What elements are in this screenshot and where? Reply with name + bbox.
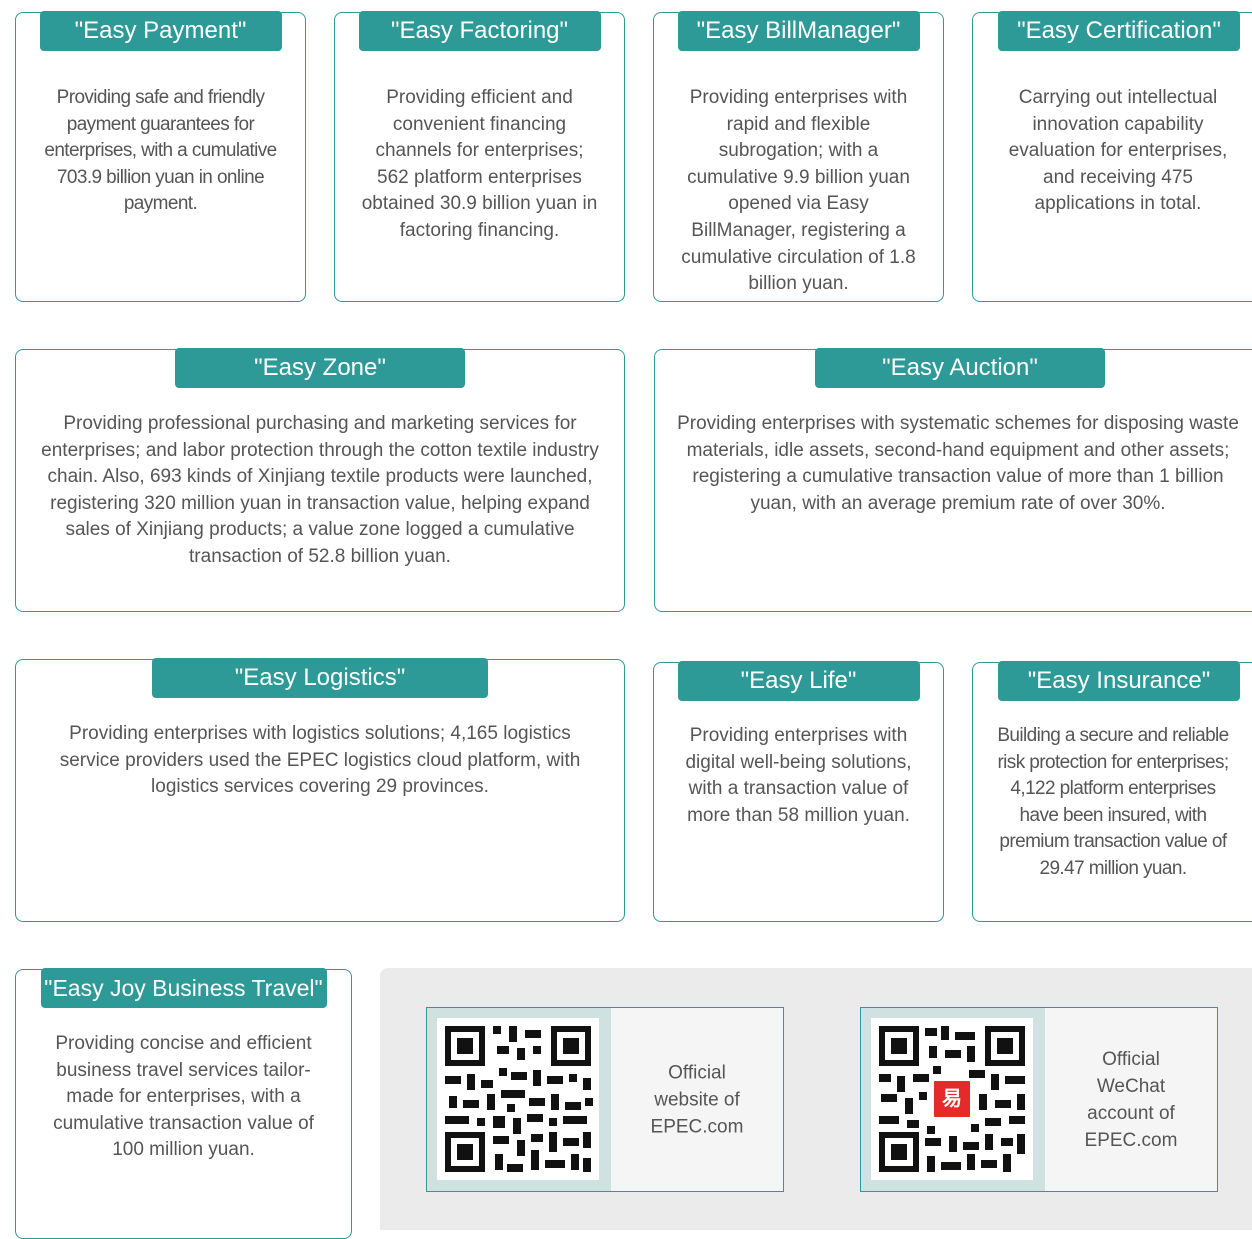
card-title: "Easy Auction" bbox=[815, 348, 1105, 388]
wechat-qr-code-icon[interactable]: 易 bbox=[871, 1018, 1033, 1180]
website-qr-box: Official website of EPEC.com bbox=[426, 1007, 784, 1192]
card-description: Providing enterprises with logistics sol… bbox=[59, 723, 581, 798]
card-description: Providing enterprises with rapid and fle… bbox=[681, 87, 916, 295]
website-qr-code-icon[interactable] bbox=[437, 1018, 599, 1180]
card-title: "Easy Payment" bbox=[39, 11, 282, 51]
card-title: "Easy Factoring" bbox=[358, 11, 601, 51]
card-description: Providing professional purchasing and ma… bbox=[41, 413, 599, 567]
card-description: Providing concise and efficient business… bbox=[53, 1033, 314, 1161]
card-description: Building a secure and reliable risk prot… bbox=[997, 725, 1229, 879]
card-description: Providing efficient and convenient finan… bbox=[361, 87, 598, 241]
card-description: Providing enterprises with systematic sc… bbox=[677, 413, 1239, 514]
qr-code-icon bbox=[437, 1018, 599, 1180]
card-title: "Easy Life" bbox=[677, 661, 920, 701]
card-title: "Easy Joy Business Travel" bbox=[40, 968, 327, 1008]
card-easy-billmanager: "Easy BillManager" Providing enterprises… bbox=[653, 11, 944, 302]
card-easy-insurance: "Easy Insurance" Building a secure and r… bbox=[972, 661, 1252, 922]
qr-label: Official website of EPEC.com bbox=[650, 1062, 744, 1137]
epec-logo-icon: 易 bbox=[931, 1078, 973, 1120]
card-easy-auction: "Easy Auction" Providing enterprises wit… bbox=[654, 348, 1252, 612]
qr-label: Official WeChat account of EPEC.com bbox=[1084, 1048, 1178, 1151]
card-title: "Easy Zone" bbox=[175, 348, 465, 388]
card-title: "Easy Certification" bbox=[998, 11, 1240, 51]
card-easy-life: "Easy Life" Providing enterprises with d… bbox=[653, 661, 944, 922]
card-description: Carrying out intellectual innovation cap… bbox=[1008, 87, 1228, 215]
card-description: Providing safe and friendly payment guar… bbox=[44, 87, 277, 215]
card-easy-zone: "Easy Zone" Providing professional purch… bbox=[15, 348, 625, 612]
card-easy-payment: "Easy Payment" Providing safe and friend… bbox=[15, 11, 306, 302]
wechat-qr-box: 易 Official WeChat account of EPEC.com bbox=[860, 1007, 1218, 1192]
card-title: "Easy Insurance" bbox=[998, 661, 1240, 701]
card-title: "Easy BillManager" bbox=[677, 11, 920, 51]
card-easy-factoring: "Easy Factoring" Providing efficient and… bbox=[334, 11, 625, 302]
card-description: Providing enterprises with digital well-… bbox=[685, 725, 912, 826]
card-title: "Easy Logistics" bbox=[152, 658, 488, 698]
card-easy-certification: "Easy Certification" Carrying out intell… bbox=[972, 11, 1252, 302]
card-easy-joy-business-travel: "Easy Joy Business Travel" Providing con… bbox=[15, 968, 352, 1239]
qr-code-panel: Official website of EPEC.com 易 Official … bbox=[380, 968, 1252, 1230]
card-easy-logistics: "Easy Logistics" Providing enterprises w… bbox=[15, 658, 625, 922]
